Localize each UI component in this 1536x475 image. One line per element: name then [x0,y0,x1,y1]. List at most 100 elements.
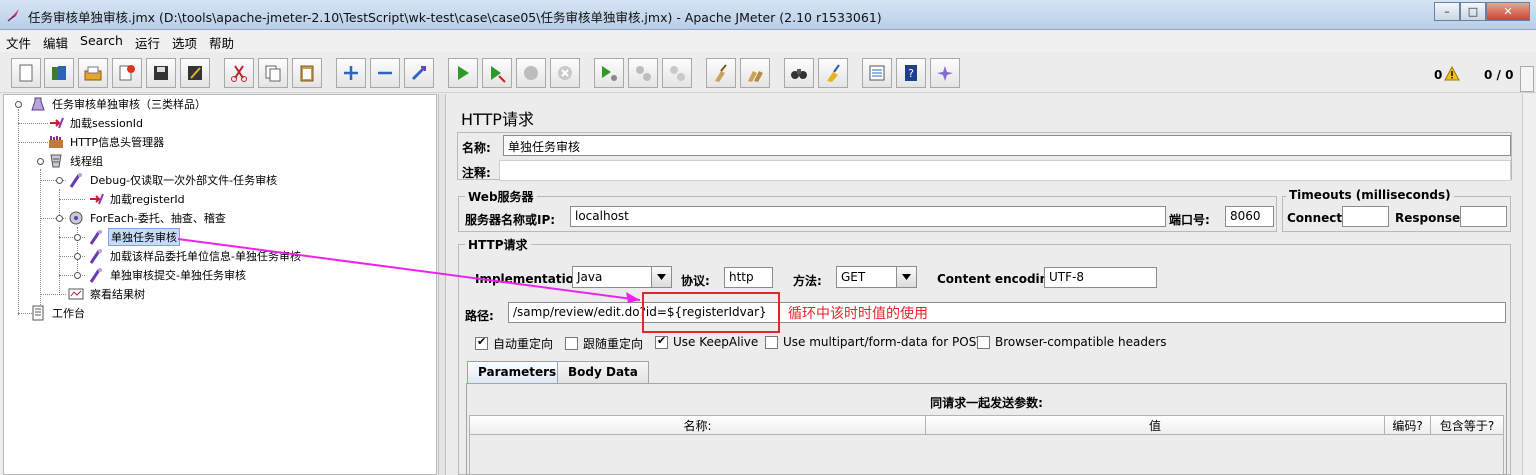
paste-button[interactable] [292,58,322,88]
port-label: 端口号: [1169,213,1210,227]
menu-options[interactable]: 选项 [166,30,203,52]
clear-all-button[interactable] [740,58,770,88]
keepalive-checkbox[interactable]: Use KeepAlive [655,334,758,349]
multipart-checkbox[interactable]: Use multipart/form-data for POST [765,335,984,349]
implementation-label: Implementation: [475,272,588,286]
encoding-field[interactable]: UTF-8 [1044,267,1157,288]
menu-edit[interactable]: 编辑 [37,30,74,52]
follow-redirect-checkbox[interactable]: 跟随重定向 [565,335,643,352]
new-button[interactable] [11,58,41,88]
collapse-button[interactable] [370,58,400,88]
column-include-equals[interactable]: 包含等于? [1430,415,1504,435]
remote-start-button[interactable] [594,58,624,88]
auto-redirect-checkbox[interactable]: 自动重定向 [475,335,553,352]
tree-item-load-registerid[interactable]: 加载registerId [88,190,187,208]
save-as-button[interactable] [180,58,210,88]
right-panel-scrollbar[interactable] [1522,94,1536,475]
menu-run[interactable]: 运行 [129,30,166,52]
menu-file[interactable]: 文件 [0,30,37,52]
templates-icon [52,66,66,80]
toolbar-scrollbar[interactable] [1520,66,1534,92]
start-button[interactable] [448,58,478,88]
remote-shutdown-button[interactable] [662,58,692,88]
tree-item-view-results-tree[interactable]: 察看结果树 [68,285,147,303]
checkbox-unchecked-icon [565,337,578,350]
templates-button[interactable] [44,58,74,88]
tree-item-thread-group[interactable]: 线程组 [48,152,105,170]
close-file-button[interactable] [112,58,142,88]
thread-count: 0 / 0 [1484,68,1514,82]
remote-stop-icon [636,66,651,81]
tab-parameters[interactable]: Parameters [467,361,568,383]
minimize-button[interactable]: – [1434,2,1460,21]
menu-help[interactable]: 帮助 [203,30,240,52]
jmeter-feather-icon [7,9,19,22]
help-button[interactable]: ? [896,58,926,88]
connect-field[interactable] [1342,206,1389,227]
tree-item-load-sessionid[interactable]: 加载sessionId [48,114,145,132]
column-encode[interactable]: 编码? [1384,415,1431,435]
cut-button[interactable] [224,58,254,88]
method-select[interactable]: GET [836,266,917,288]
menu-search[interactable]: Search [74,30,129,52]
protocol-field[interactable]: http [724,267,773,288]
stop-icon [524,66,538,80]
warning-icon[interactable] [1444,66,1460,81]
search-button[interactable] [784,58,814,88]
tree-item-testplan[interactable]: 任务审核单独审核（三类样品） [30,95,208,113]
tree-item-header-manager[interactable]: HTTP信息头管理器 [48,133,166,151]
log-viewer-icon [937,66,953,81]
panel-splitter[interactable] [438,94,446,475]
comment-field[interactable] [499,160,1511,181]
tree-item-foreach-controller[interactable]: ForEach-委托、抽查、稽查 [68,209,228,227]
remote-stop-button[interactable] [628,58,658,88]
function-helper-button[interactable] [862,58,892,88]
shutdown-button[interactable] [550,58,580,88]
stop-button[interactable] [516,58,546,88]
response-field[interactable] [1460,206,1507,227]
header-manager-icon [49,136,63,148]
tab-body-data[interactable]: Body Data [557,361,649,383]
close-button[interactable]: ✕ [1486,2,1530,21]
save-button[interactable] [146,58,176,88]
browser-headers-checkbox[interactable]: Browser-compatible headers [977,335,1167,349]
column-value[interactable]: 值 [925,415,1385,435]
workbench-icon [32,305,44,321]
chevron-down-icon [896,267,916,287]
http-request-group-title: HTTP请求 [465,236,531,253]
server-field[interactable]: localhost [570,206,1166,227]
protocol-label: 协议: [681,274,710,288]
tree-item-debug-sampler[interactable]: Debug-仅读取一次外部文件-任务审核 [68,171,279,189]
tree-item-load-client-info[interactable]: 加载该样品委托单位信息-单独任务审核 [88,247,303,265]
open-button[interactable] [78,58,108,88]
port-field[interactable]: 8060 [1225,206,1274,227]
thread-group-icon [50,154,62,168]
tree-item-single-task-review[interactable]: 单独任务审核 [88,228,180,246]
name-field[interactable]: 单独任务审核 [503,135,1511,156]
column-name[interactable]: 名称: [469,415,926,435]
start-no-pause-button[interactable] [482,58,512,88]
checkbox-checked-icon [655,334,668,349]
clear-button[interactable] [706,58,736,88]
maximize-button[interactable]: □ [1460,2,1486,21]
reset-search-button[interactable] [818,58,848,88]
implementation-select[interactable]: Java [572,266,672,288]
test-plan-tree[interactable]: 任务审核单独审核（三类样品） 加载sessionId HTTP信息头管理器 线程… [3,94,437,475]
listener-icon [68,288,84,300]
save-icon [154,66,168,80]
reset-search-icon [827,64,840,82]
clear-icon [715,64,727,82]
tree-item-workbench[interactable]: 工作台 [30,304,87,322]
connect-label: Connect: [1287,211,1347,225]
copy-icon [265,65,281,82]
paste-icon [300,65,314,82]
expand-button[interactable] [336,58,366,88]
log-viewer-button[interactable] [930,58,960,88]
tree-item-review-submit[interactable]: 单独审核提交-单独任务审核 [88,266,248,284]
toggle-button[interactable] [404,58,434,88]
timeouts-title: Timeouts (milliseconds) [1286,188,1454,202]
sampler-icon [69,173,82,188]
copy-button[interactable] [258,58,288,88]
annotation-note: 循环中该时时值的使用 [788,306,928,322]
window-title-bar[interactable]: 任务审核单独审核.jmx (D:\tools\apache-jmeter-2.1… [0,0,1536,30]
